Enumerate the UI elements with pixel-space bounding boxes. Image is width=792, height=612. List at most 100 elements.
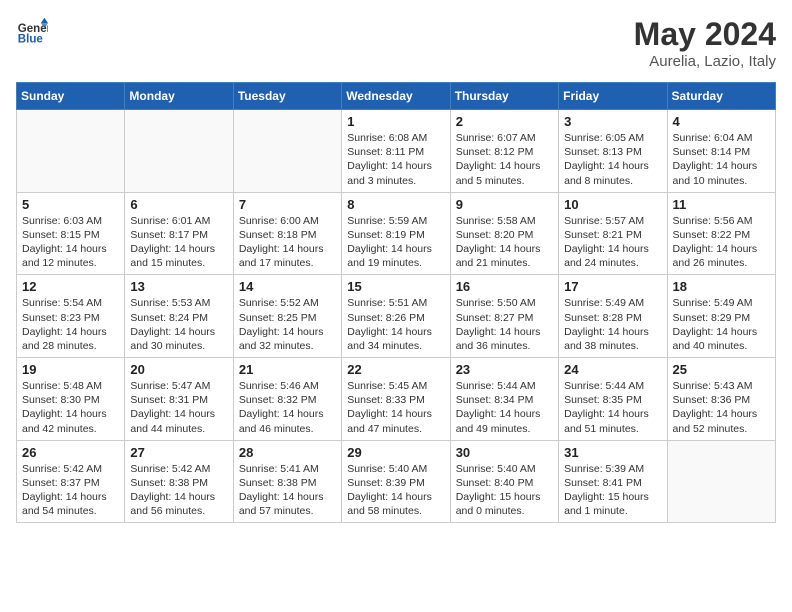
col-header-saturday: Saturday: [667, 83, 775, 110]
day-number: 27: [130, 445, 227, 460]
day-info: Sunrise: 5:46 AMSunset: 8:32 PMDaylight:…: [239, 379, 336, 436]
calendar-cell: 13 Sunrise: 5:53 AMSunset: 8:24 PMDayligh…: [125, 275, 233, 358]
day-info: Sunrise: 5:43 AMSunset: 8:36 PMDaylight:…: [673, 379, 770, 436]
svg-text:Blue: Blue: [18, 34, 44, 46]
calendar-cell: 23 Sunrise: 5:44 AMSunset: 8:34 PMDayligh…: [450, 358, 558, 441]
day-info: Sunrise: 5:56 AMSunset: 8:22 PMDaylight:…: [673, 214, 770, 271]
calendar-cell: 20Sunrise: 5:47 AMSunset: 8:31 PMDayligh…: [125, 358, 233, 441]
calendar-cell: [667, 440, 775, 523]
day-info: Sunrise: 5:59 AMSunset: 8:19 PMDaylight:…: [347, 214, 444, 271]
day-info: Sunrise: 5:49 AMSunset: 8:29 PMDaylight:…: [673, 296, 770, 353]
calendar-cell: 27 Sunrise: 5:42 AMSunset: 8:38 PMDayligh…: [125, 440, 233, 523]
day-info: Sunrise: 6:01 AMSunset: 8:17 PMDaylight:…: [130, 214, 227, 271]
calendar-cell: 11 Sunrise: 5:56 AMSunset: 8:22 PMDayligh…: [667, 192, 775, 275]
day-info: Sunrise: 6:05 AMSunset: 8:13 PMDaylight:…: [564, 131, 661, 188]
day-info: Sunrise: 5:44 AMSunset: 8:34 PMDaylight:…: [456, 379, 553, 436]
col-header-wednesday: Wednesday: [342, 83, 450, 110]
calendar-cell: [125, 110, 233, 193]
day-number: 5: [22, 197, 119, 212]
day-info: Sunrise: 5:58 AMSunset: 8:20 PMDaylight:…: [456, 214, 553, 271]
day-info: Sunrise: 6:03 AMSunset: 8:15 PMDaylight:…: [22, 214, 119, 271]
day-info: Sunrise: 5:52 AMSunset: 8:25 PMDaylight:…: [239, 296, 336, 353]
day-info: Sunrise: 5:49 AMSunset: 8:28 PMDaylight:…: [564, 296, 661, 353]
col-header-monday: Monday: [125, 83, 233, 110]
calendar-table: SundayMondayTuesdayWednesdayThursdayFrid…: [16, 82, 776, 523]
day-info: Sunrise: 5:42 AMSunset: 8:38 PMDaylight:…: [130, 462, 227, 519]
day-number: 19: [22, 362, 119, 377]
calendar-cell: 15 Sunrise: 5:51 AMSunset: 8:26 PMDayligh…: [342, 275, 450, 358]
calendar-cell: 3 Sunrise: 6:05 AMSunset: 8:13 PMDaylight…: [559, 110, 667, 193]
day-info: Sunrise: 6:08 AMSunset: 8:11 PMDaylight:…: [347, 131, 444, 188]
day-number: 25: [673, 362, 770, 377]
day-number: 20: [130, 362, 227, 377]
day-number: 3: [564, 114, 661, 129]
day-number: 15: [347, 279, 444, 294]
day-number: 1: [347, 114, 444, 129]
calendar-cell: 10 Sunrise: 5:57 AMSunset: 8:21 PMDayligh…: [559, 192, 667, 275]
day-info: Sunrise: 5:41 AMSunset: 8:38 PMDaylight:…: [239, 462, 336, 519]
day-number: 30: [456, 445, 553, 460]
day-info: Sunrise: 5:42 AMSunset: 8:37 PMDaylight:…: [22, 462, 119, 519]
calendar-cell: 29 Sunrise: 5:40 AMSunset: 8:39 PMDayligh…: [342, 440, 450, 523]
day-number: 9: [456, 197, 553, 212]
day-info: Sunrise: 5:40 AMSunset: 8:40 PMDaylight:…: [456, 462, 553, 519]
col-header-thursday: Thursday: [450, 83, 558, 110]
sub-title: Aurelia, Lazio, Italy: [634, 53, 776, 70]
day-info: Sunrise: 5:44 AMSunset: 8:35 PMDaylight:…: [564, 379, 661, 436]
page-header: General Blue May 2024 Aurelia, Lazio, It…: [16, 16, 776, 70]
day-number: 6: [130, 197, 227, 212]
calendar-week-4: 19 Sunrise: 5:48 AMSunset: 8:30 PMDayligh…: [17, 358, 776, 441]
day-info: Sunrise: 6:07 AMSunset: 8:12 PMDaylight:…: [456, 131, 553, 188]
day-number: 17: [564, 279, 661, 294]
calendar-cell: 8Sunrise: 5:59 AMSunset: 8:19 PMDaylight…: [342, 192, 450, 275]
day-number: 14: [239, 279, 336, 294]
calendar-week-1: 1 Sunrise: 6:08 AMSunset: 8:11 PMDaylight…: [17, 110, 776, 193]
day-number: 22: [347, 362, 444, 377]
day-number: 2: [456, 114, 553, 129]
day-info: Sunrise: 5:39 AMSunset: 8:41 PMDaylight:…: [564, 462, 661, 519]
day-info: Sunrise: 5:50 AMSunset: 8:27 PMDaylight:…: [456, 296, 553, 353]
calendar-header-row: SundayMondayTuesdayWednesdayThursdayFrid…: [17, 83, 776, 110]
day-info: Sunrise: 5:51 AMSunset: 8:26 PMDaylight:…: [347, 296, 444, 353]
day-number: 24: [564, 362, 661, 377]
day-number: 13: [130, 279, 227, 294]
calendar-week-5: 26 Sunrise: 5:42 AMSunset: 8:37 PMDayligh…: [17, 440, 776, 523]
title-block: May 2024 Aurelia, Lazio, Italy: [634, 16, 776, 70]
logo-icon: General Blue: [16, 16, 48, 48]
day-info: Sunrise: 5:40 AMSunset: 8:39 PMDaylight:…: [347, 462, 444, 519]
calendar-cell: 12 Sunrise: 5:54 AMSunset: 8:23 PMDayligh…: [17, 275, 125, 358]
day-number: 21: [239, 362, 336, 377]
day-info: Sunrise: 6:00 AMSunset: 8:18 PMDaylight:…: [239, 214, 336, 271]
day-number: 11: [673, 197, 770, 212]
day-info: Sunrise: 5:48 AMSunset: 8:30 PMDaylight:…: [22, 379, 119, 436]
day-number: 12: [22, 279, 119, 294]
calendar-cell: 9 Sunrise: 5:58 AMSunset: 8:20 PMDaylight…: [450, 192, 558, 275]
calendar-week-3: 12 Sunrise: 5:54 AMSunset: 8:23 PMDayligh…: [17, 275, 776, 358]
calendar-cell: 7 Sunrise: 6:00 AMSunset: 8:18 PMDaylight…: [233, 192, 341, 275]
day-number: 4: [673, 114, 770, 129]
calendar-cell: [233, 110, 341, 193]
calendar-cell: 28 Sunrise: 5:41 AMSunset: 8:38 PMDayligh…: [233, 440, 341, 523]
calendar-week-2: 5 Sunrise: 6:03 AMSunset: 8:15 PMDaylight…: [17, 192, 776, 275]
calendar-cell: 14 Sunrise: 5:52 AMSunset: 8:25 PMDayligh…: [233, 275, 341, 358]
calendar-cell: 6 Sunrise: 6:01 AMSunset: 8:17 PMDaylight…: [125, 192, 233, 275]
calendar-cell: 4Sunrise: 6:04 AMSunset: 8:14 PMDaylight…: [667, 110, 775, 193]
calendar-cell: 1 Sunrise: 6:08 AMSunset: 8:11 PMDaylight…: [342, 110, 450, 193]
calendar-cell: 5 Sunrise: 6:03 AMSunset: 8:15 PMDaylight…: [17, 192, 125, 275]
calendar-cell: 17 Sunrise: 5:49 AMSunset: 8:28 PMDayligh…: [559, 275, 667, 358]
day-number: 23: [456, 362, 553, 377]
day-number: 7: [239, 197, 336, 212]
day-info: Sunrise: 5:57 AMSunset: 8:21 PMDaylight:…: [564, 214, 661, 271]
calendar-cell: 19 Sunrise: 5:48 AMSunset: 8:30 PMDayligh…: [17, 358, 125, 441]
day-number: 16: [456, 279, 553, 294]
calendar-cell: 21 Sunrise: 5:46 AMSunset: 8:32 PMDayligh…: [233, 358, 341, 441]
day-info: Sunrise: 5:53 AMSunset: 8:24 PMDaylight:…: [130, 296, 227, 353]
day-number: 28: [239, 445, 336, 460]
day-number: 29: [347, 445, 444, 460]
day-info: Sunrise: 5:54 AMSunset: 8:23 PMDaylight:…: [22, 296, 119, 353]
calendar-cell: 26 Sunrise: 5:42 AMSunset: 8:37 PMDayligh…: [17, 440, 125, 523]
main-title: May 2024: [634, 16, 776, 53]
calendar-cell: 2 Sunrise: 6:07 AMSunset: 8:12 PMDaylight…: [450, 110, 558, 193]
day-number: 10: [564, 197, 661, 212]
day-number: 26: [22, 445, 119, 460]
